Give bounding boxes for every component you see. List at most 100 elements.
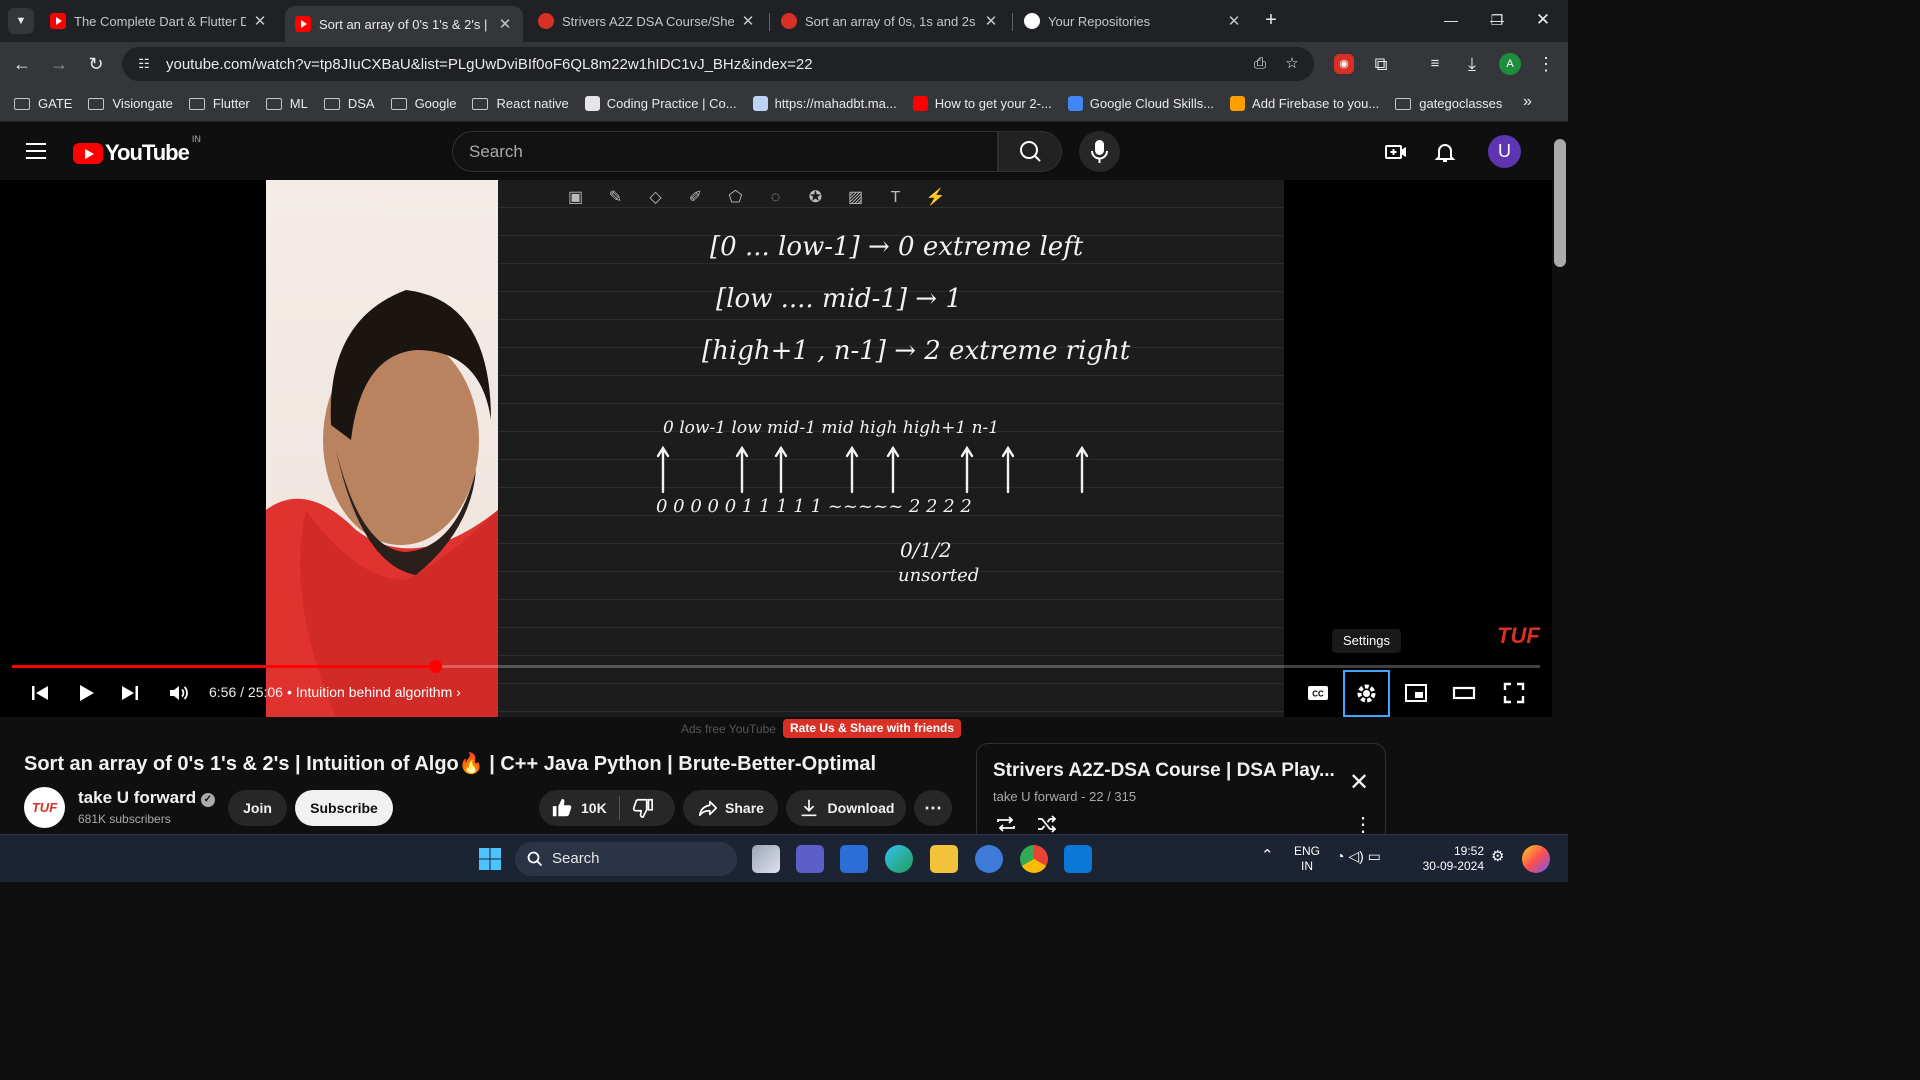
bookmark-item[interactable]: Visiongate	[88, 96, 173, 111]
reload-icon[interactable]: ↻	[82, 50, 110, 78]
create-video-icon[interactable]	[1384, 140, 1408, 164]
close-tab-icon[interactable]: ✕	[1226, 12, 1242, 30]
subscribe-button[interactable]: Subscribe	[295, 790, 393, 826]
bookmark-item[interactable]: https://mahadbt.ma...	[752, 96, 897, 111]
bookmark-star-icon[interactable]: ☆	[1282, 54, 1302, 74]
windows-start-icon[interactable]	[476, 845, 504, 873]
app-icon[interactable]	[975, 845, 1003, 873]
bookmark-label: Add Firebase to you...	[1252, 96, 1380, 111]
rate-share-banner[interactable]: Rate Us & Share with friends	[783, 719, 962, 738]
downloads-icon[interactable]: ⤓	[1458, 50, 1486, 78]
taskbar-search[interactable]: Search	[515, 842, 737, 876]
page-scrollbar[interactable]	[1552, 123, 1568, 835]
back-icon[interactable]: ←	[8, 50, 36, 78]
close-playlist-icon[interactable]: ✕	[1349, 768, 1369, 797]
subtitles-icon[interactable]: CC	[1306, 681, 1330, 705]
bookmark-item[interactable]: Google	[390, 96, 456, 111]
thumbs-down-icon[interactable]	[632, 797, 654, 819]
bookmark-item[interactable]: Flutter	[188, 96, 250, 111]
video-frame[interactable]: ▣ ✎ ◇ ✐ ⬠ ◌ ✪ ▨ T ⚡ [0 ... low-1] → 0 ex…	[266, 180, 1284, 717]
voice-search-button[interactable]	[1079, 131, 1120, 172]
browser-tab[interactable]: The Complete Dart & Flutter De ✕	[40, 4, 278, 38]
play-icon[interactable]	[74, 681, 98, 705]
share-button[interactable]: Share	[683, 790, 778, 826]
browser-tab[interactable]: Sort an array of 0's 1's & 2's | In ✕	[285, 6, 523, 42]
bookmark-item[interactable]: How to get your 2-...	[912, 96, 1052, 111]
theater-mode-icon[interactable]	[1452, 681, 1476, 705]
show-hidden-icons-icon[interactable]: ⌃	[1261, 848, 1274, 863]
bookmark-item[interactable]: DSA	[323, 96, 375, 111]
scrollbar-thumb[interactable]	[1554, 139, 1566, 267]
browser-tab[interactable]: Your Repositories ✕	[1014, 4, 1252, 38]
channel-watermark[interactable]: TUF	[1497, 623, 1540, 649]
close-tab-icon[interactable]: ✕	[740, 12, 756, 30]
minimize-window-button[interactable]: —	[1428, 8, 1474, 34]
close-tab-icon[interactable]: ✕	[252, 12, 268, 30]
teams-icon[interactable]	[796, 845, 824, 873]
restore-window-button[interactable]: ❐	[1474, 8, 1520, 34]
board-unsorted-values: 0/1/2	[900, 538, 952, 562]
bookmark-item[interactable]: Google Cloud Skills...	[1067, 96, 1214, 111]
clock[interactable]: 19:52 30-09-2024	[1418, 844, 1484, 874]
more-actions-button[interactable]: ⋯	[914, 790, 952, 826]
loop-playlist-icon[interactable]	[994, 814, 1018, 834]
notifications-icon[interactable]: ⚙	[1491, 849, 1504, 864]
next-video-icon[interactable]	[118, 681, 142, 705]
guide-menu-icon[interactable]	[26, 143, 46, 159]
shuffle-playlist-icon[interactable]	[1035, 814, 1059, 834]
install-app-icon[interactable]: ⎙	[1250, 54, 1270, 74]
bookmark-item[interactable]: Coding Practice | Co...	[584, 96, 737, 111]
extension-icon[interactable]: ◉	[1334, 54, 1354, 74]
download-button[interactable]: Download	[786, 790, 906, 826]
close-tab-icon[interactable]: ✕	[983, 12, 999, 30]
file-explorer-icon[interactable]	[930, 845, 958, 873]
chapter-button[interactable]: • Intuition behind algorithm ›	[287, 684, 461, 700]
like-button[interactable]: 10K	[551, 797, 607, 819]
profile-avatar[interactable]: A	[1499, 53, 1521, 75]
browser-tab[interactable]: Strivers A2Z DSA Course/Sheet ✕	[528, 4, 766, 38]
join-button[interactable]: Join	[228, 790, 287, 826]
extensions-puzzle-icon[interactable]: ⧉	[1367, 50, 1395, 78]
channel-avatar[interactable]: TUF	[24, 787, 65, 828]
progress-scrubber[interactable]	[429, 660, 442, 673]
settings-button[interactable]	[1343, 670, 1390, 717]
browser-tab[interactable]: Sort an array of 0s, 1s and 2s - T ✕	[771, 4, 1009, 38]
chrome-menu-icon[interactable]: ⋮	[1532, 50, 1560, 78]
fullscreen-icon[interactable]	[1502, 681, 1526, 705]
bookmark-item[interactable]: Add Firebase to you...	[1230, 96, 1379, 111]
notifications-bell-icon[interactable]	[1433, 140, 1457, 164]
previous-video-icon[interactable]	[28, 681, 52, 705]
progress-bar[interactable]	[12, 660, 1540, 673]
task-view-icon[interactable]	[752, 845, 780, 873]
youtube-logo[interactable]: YouTube IN	[73, 134, 201, 166]
account-avatar[interactable]: U	[1488, 135, 1521, 168]
vscode-icon[interactable]	[1064, 845, 1092, 873]
video-player[interactable]: ▣ ✎ ◇ ✐ ⬠ ◌ ✪ ▨ T ⚡ [0 ... low-1] → 0 ex…	[0, 180, 1552, 717]
close-tab-icon[interactable]: ✕	[497, 15, 513, 33]
microsoft-store-icon[interactable]	[840, 845, 868, 873]
bookmark-item[interactable]: React native	[472, 96, 569, 111]
miniplayer-icon[interactable]	[1404, 681, 1428, 705]
language-indicator[interactable]: ENG IN	[1294, 844, 1320, 874]
search-button[interactable]	[998, 131, 1062, 172]
copilot-icon[interactable]	[1522, 845, 1550, 873]
bookmark-item[interactable]: gategoclasses	[1395, 96, 1502, 111]
bookmark-item[interactable]: GATE	[14, 96, 72, 111]
playlist-title[interactable]: Strivers A2Z-DSA Course | DSA Play...	[993, 760, 1335, 782]
new-tab-button[interactable]: +	[1258, 8, 1284, 34]
like-divider	[618, 796, 620, 820]
more-bookmarks-icon[interactable]: »	[1523, 93, 1538, 111]
bookmark-item[interactable]: ML	[265, 96, 308, 111]
media-controls-icon[interactable]: ≡	[1421, 50, 1449, 78]
volume-icon[interactable]	[167, 681, 191, 705]
close-window-button[interactable]: ✕	[1520, 8, 1566, 34]
address-bar[interactable]: ☷ youtube.com/watch?v=tp8JIuCXBaU&list=P…	[122, 47, 1314, 81]
chrome-icon[interactable]	[1020, 845, 1048, 873]
site-info-icon[interactable]: ☷	[134, 54, 154, 74]
network-volume-battery-icons[interactable]: ◔ ◁) ▭	[1336, 849, 1381, 864]
edge-icon[interactable]	[885, 845, 913, 873]
channel-name[interactable]: take U forward ✓	[78, 788, 215, 808]
forward-icon[interactable]: →	[45, 50, 73, 78]
search-input[interactable]: Search	[452, 131, 998, 172]
tab-search-button[interactable]: ▼	[8, 8, 34, 34]
